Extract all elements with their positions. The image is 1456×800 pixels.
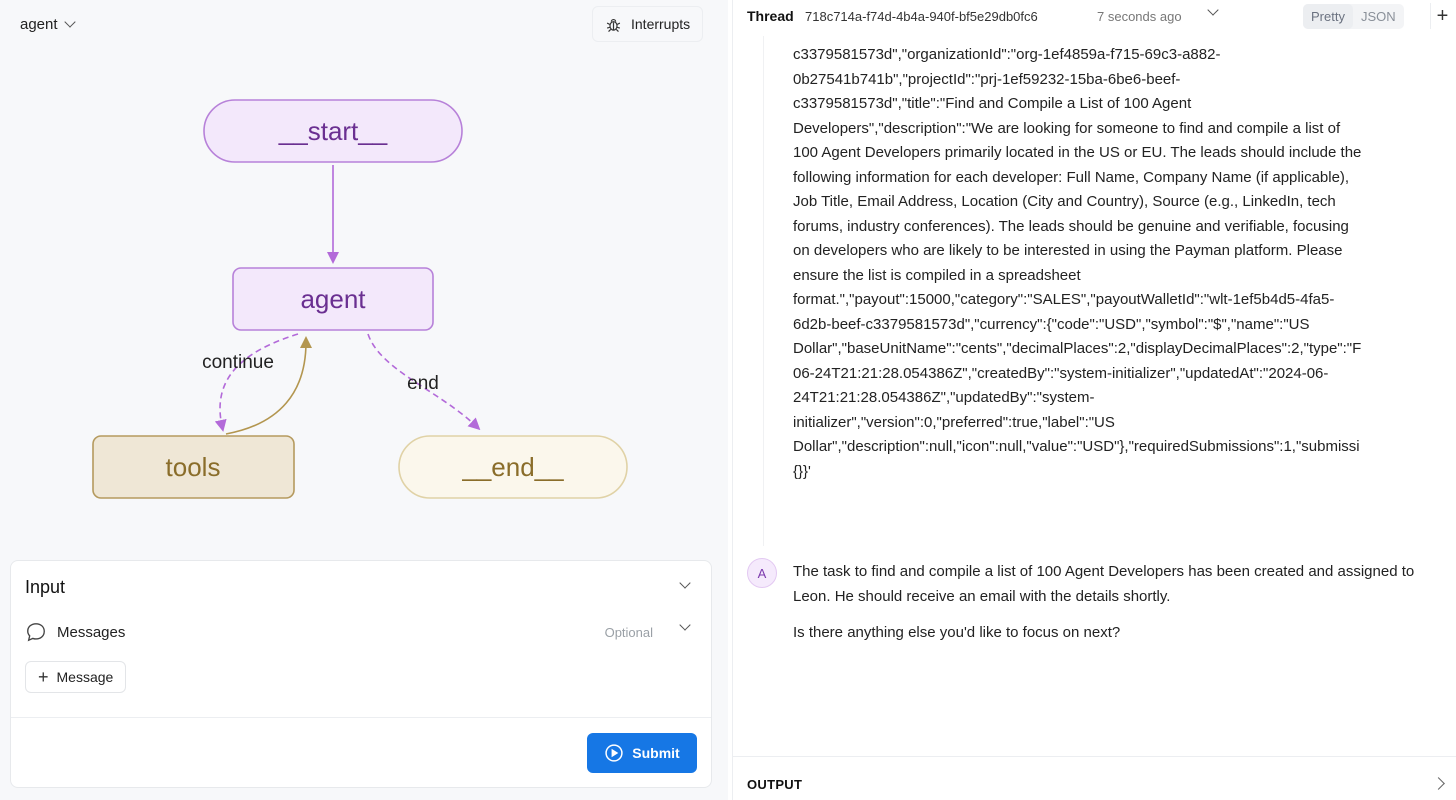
divider (11, 717, 711, 718)
json-line: following information for each developer… (793, 168, 1350, 186)
new-thread-button[interactable]: + (1430, 3, 1454, 29)
chevron-down-icon[interactable] (679, 577, 691, 589)
edge-agent-tools (214, 333, 299, 432)
assistant-message-text: The task to find and compile a list of 1… (793, 563, 1415, 605)
json-line: Developers","description":"We are lookin… (793, 119, 1341, 137)
edge-label-continue: continue (202, 352, 274, 373)
interrupts-label: Interrupts (631, 16, 691, 32)
interrupts-button[interactable]: Interrupts (592, 6, 704, 42)
plus-icon: + (1436, 4, 1449, 27)
output-label: OUTPUT (747, 777, 803, 792)
thread-timestamp: 7 seconds ago (1097, 9, 1182, 24)
json-line: 24T21:21:28.054386Z","updatedBy":"system… (793, 389, 1095, 406)
chevron-down-icon[interactable] (1207, 4, 1219, 16)
chevron-down-icon (63, 16, 76, 28)
graph-canvas: continue end __start__ agent tools __end… (92, 99, 628, 499)
play-circle-icon (605, 744, 623, 762)
node-start[interactable]: __start__ (203, 99, 463, 163)
json-line: 100 Agent Developers primarily located i… (793, 144, 1362, 161)
thread-connector (763, 36, 764, 546)
messages-label: Messages (57, 623, 126, 641)
submit-button[interactable]: Submit (587, 733, 697, 773)
node-tools[interactable]: tools (92, 435, 295, 499)
thread-label: Thread (747, 8, 794, 24)
json-line: ensure the list is compiled in a spreads… (793, 266, 1081, 284)
json-line: Dollar","baseUnitName":"cents","decimalP… (793, 340, 1362, 357)
bug-icon (606, 18, 621, 32)
thread-panel: Thread 718c714a-f74d-4b4a-940f-bf5e29db0… (732, 0, 1456, 800)
json-line: Dollar","description":null,"icon":null,"… (793, 438, 1360, 455)
thread-id[interactable]: 718c714a-f74d-4b4a-940f-bf5e29db0fc6 (805, 9, 1038, 24)
node-agent[interactable]: agent (232, 267, 434, 331)
assistant-avatar: A (747, 558, 777, 588)
json-line: forums, industry conferences). The leads… (793, 217, 1349, 235)
edge-label-end: end (407, 373, 439, 394)
plus-icon: + (38, 667, 49, 687)
submit-label: Submit (632, 745, 680, 761)
json-line: {}}' (793, 462, 811, 480)
json-line: Job Title, Email Address, Location (City… (793, 193, 1336, 210)
json-line: c3379581573d","title":"Find and Compile … (793, 95, 1192, 112)
view-toggle: Pretty JSON (1303, 4, 1404, 29)
add-message-button[interactable]: + Message (25, 661, 127, 693)
view-pretty-button[interactable]: Pretty (1303, 4, 1353, 29)
node-agent-label: agent (300, 284, 366, 314)
node-end[interactable]: __end__ (398, 435, 628, 499)
input-card: Input Messages Optional + Message Submit (10, 560, 712, 788)
graph-panel: agent Interrupts continue end __start__ … (0, 0, 728, 800)
view-json-button[interactable]: JSON (1353, 4, 1404, 29)
json-line: format.","payout":15000,"category":"SALE… (793, 291, 1335, 308)
tool-output-json: c3379581573d","organizationId":"org-1ef4… (793, 43, 1456, 484)
optional-label: Optional (604, 624, 653, 640)
chevron-down-icon[interactable] (679, 619, 691, 631)
thread-header: Thread 718c714a-f74d-4b4a-940f-bf5e29db0… (733, 0, 1456, 32)
graph-selector-value: agent (20, 15, 58, 33)
json-line: on developers who are likely to be inter… (793, 242, 1343, 259)
add-message-label: Message (56, 669, 114, 685)
chat-bubble-icon (27, 623, 45, 642)
json-line: initializer","version":0,"preferred":tru… (793, 413, 1115, 431)
json-line: 06-24T21:21:28.054386Z","createdBy":"sys… (793, 364, 1329, 382)
node-start-label: __start__ (278, 116, 388, 146)
json-line: 6d2b-beef-c3379581573d","currency":{"cod… (793, 315, 1310, 333)
assistant-message: The task to find and compile a list of 1… (793, 560, 1443, 646)
graph-selector[interactable]: agent (10, 8, 84, 40)
input-title: Input (25, 577, 66, 597)
output-section[interactable]: OUTPUT (733, 756, 1456, 800)
messages-field[interactable]: Messages Optional (25, 619, 697, 645)
assistant-message-followup: Is there anything else you'd like to foc… (793, 624, 1121, 641)
node-tools-label: tools (166, 452, 221, 482)
json-line: 0b27541b741b","projectId":"prj-1ef59232-… (793, 70, 1181, 88)
node-end-label: __end__ (461, 452, 564, 482)
json-line: c3379581573d","organizationId":"org-1ef4… (793, 46, 1221, 63)
chevron-right-icon (1432, 777, 1445, 790)
